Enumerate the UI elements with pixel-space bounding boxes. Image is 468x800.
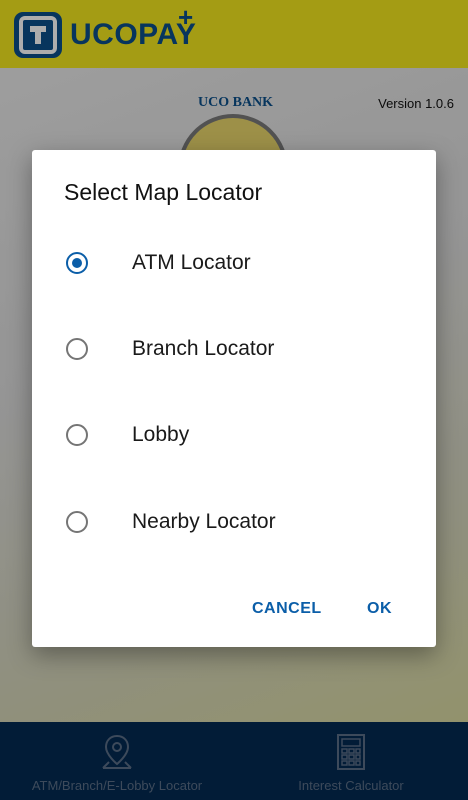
option-label: Nearby Locator xyxy=(132,510,276,533)
option-branch-locator[interactable]: Branch Locator xyxy=(32,319,436,379)
option-label: Lobby xyxy=(132,423,190,446)
option-label: Branch Locator xyxy=(132,337,275,360)
dialog-title: Select Map Locator xyxy=(64,179,263,205)
radio-unchecked-icon[interactable] xyxy=(66,338,88,360)
ok-button[interactable]: OK xyxy=(367,600,392,618)
radio-unchecked-icon[interactable] xyxy=(66,424,88,446)
option-lobby[interactable]: Lobby xyxy=(32,405,436,465)
option-nearby-locator[interactable]: Nearby Locator xyxy=(32,492,436,552)
cancel-button[interactable]: CANCEL xyxy=(252,600,322,618)
select-map-locator-dialog: Select Map Locator ATM Locator Branch Lo… xyxy=(32,150,436,647)
radio-unchecked-icon[interactable] xyxy=(66,511,88,533)
radio-checked-icon[interactable] xyxy=(66,252,88,274)
option-atm-locator[interactable]: ATM Locator xyxy=(32,233,436,293)
option-label: ATM Locator xyxy=(132,251,251,274)
